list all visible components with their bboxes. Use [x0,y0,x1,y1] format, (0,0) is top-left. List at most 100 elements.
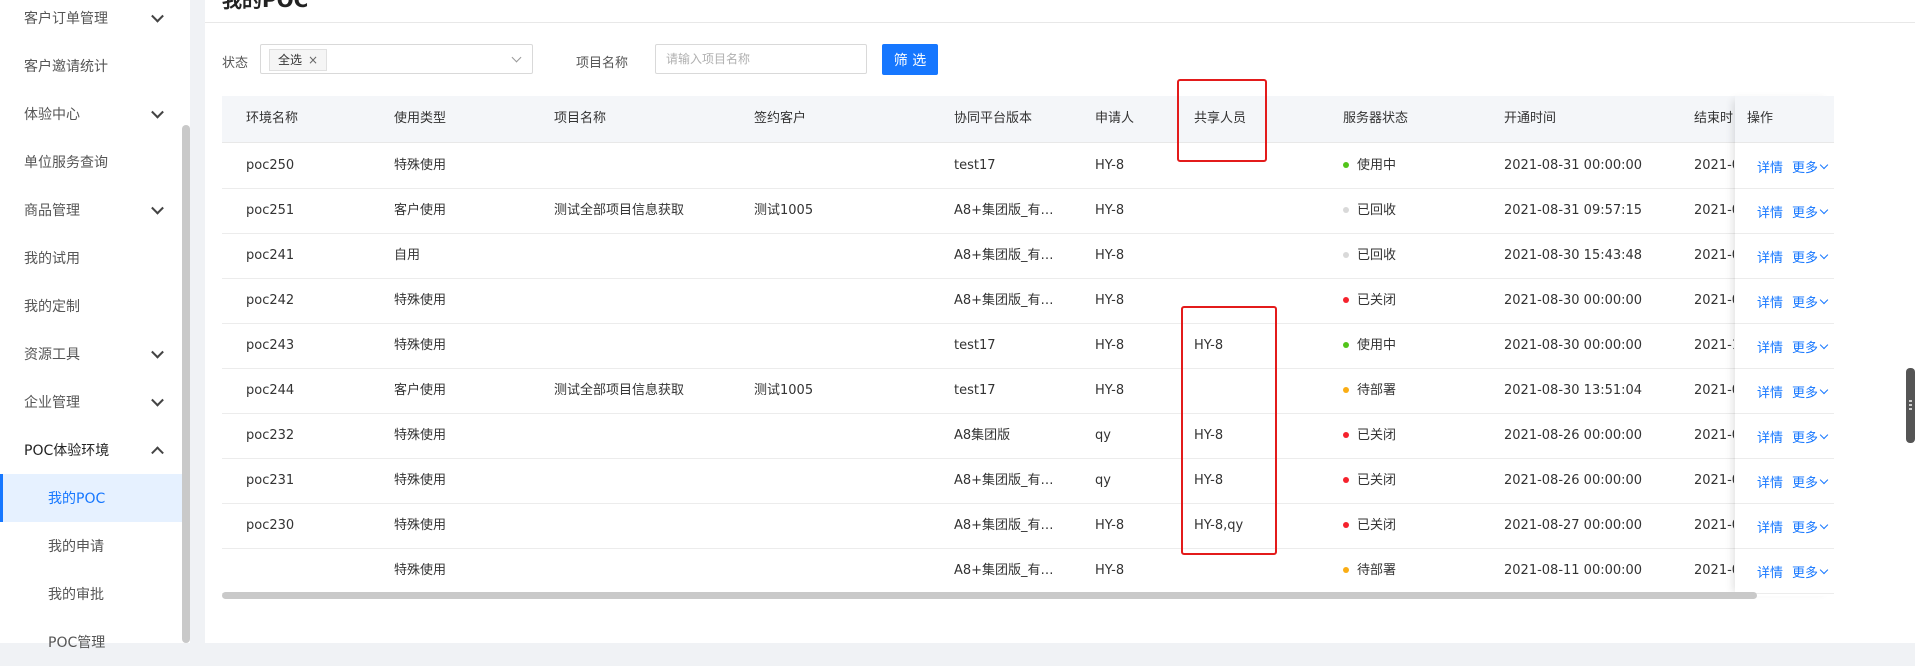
cell-end-time: 2021-0 [1694,383,1734,398]
cell-applicant: HY-8 [1095,203,1125,218]
table-row: poc244 客户使用 测试全部项目信息获取 测试1005 test17 HY-… [222,368,1834,414]
status-dot [1343,251,1349,258]
cell-applicant: HY-8 [1095,158,1125,173]
status-dot [1343,206,1349,213]
chevron-down-icon[interactable] [1819,565,1829,575]
op-cell: 详情 更多 [1735,188,1834,234]
sidebar-scrollbar[interactable] [182,125,190,643]
chevron-down-icon[interactable] [1819,250,1829,260]
cell-version: A8+集团版_有… [954,203,1054,218]
sidebar-item-poc-manage[interactable]: POC管理 [0,618,182,666]
cell-version: A8+集团版_有… [954,518,1054,533]
more-link[interactable]: 更多 [1792,337,1818,356]
cell-type: 客户使用 [394,383,447,398]
more-link[interactable]: 更多 [1792,472,1818,491]
col-header-applicant: 申请人 [1095,111,1135,126]
detail-link[interactable]: 详情 [1757,247,1783,266]
sidebar-item-poc-env[interactable]: POC体验环境 [0,426,182,474]
detail-link[interactable]: 详情 [1757,517,1783,536]
sidebar-item-resource-tools[interactable]: 资源工具 [0,330,182,378]
chevron-down-icon[interactable] [1819,475,1829,485]
cell-end-time: 2021-0 [1694,428,1734,443]
status-text: 已关闭 [1357,293,1397,308]
cell-version: test17 [954,158,996,173]
sidebar-item-label: 商品管理 [24,203,80,219]
col-header-customer: 签约客户 [754,111,807,126]
sidebar-item-enterprise[interactable]: 企业管理 [0,378,182,426]
cell-end-time: 2021-0 [1694,203,1734,218]
scrollbar-grip [1909,404,1912,406]
more-link[interactable]: 更多 [1792,517,1818,536]
more-link[interactable]: 更多 [1792,247,1818,266]
op-cell: 详情 更多 [1735,233,1834,279]
detail-link[interactable]: 详情 [1757,382,1783,401]
detail-link[interactable]: 详情 [1757,202,1783,221]
project-filter-label: 项目名称 [576,56,629,71]
detail-link[interactable]: 详情 [1757,292,1783,311]
cell-project: 测试全部项目信息获取 [554,203,685,218]
status-tag-label: 全选 [278,53,303,67]
cell-status: 待部署 [1343,548,1396,593]
status-text: 已关闭 [1357,518,1397,533]
status-dot [1343,521,1349,528]
more-link[interactable]: 更多 [1792,427,1818,446]
chevron-down-icon[interactable] [1819,340,1829,350]
table-horizontal-scrollbar[interactable] [222,592,1757,599]
sidebar-item-my-approvals[interactable]: 我的审批 [0,570,182,618]
status-text: 待部署 [1357,563,1397,578]
cell-status: 已关闭 [1343,503,1396,548]
detail-link[interactable]: 详情 [1757,427,1783,446]
filter-button[interactable]: 筛 选 [882,44,938,75]
cell-type: 特殊使用 [394,518,447,533]
sidebar-item-customer-orders[interactable]: 客户订单管理 [0,0,182,42]
detail-link[interactable]: 详情 [1757,157,1783,176]
chevron-down-icon[interactable] [1819,520,1829,530]
op-cell: 详情 更多 [1735,278,1834,324]
cell-type: 特殊使用 [394,293,447,308]
chevron-down-icon[interactable] [1819,385,1829,395]
status-dot [1343,476,1349,483]
more-link[interactable]: 更多 [1792,202,1818,221]
status-text: 已回收 [1357,203,1397,218]
sidebar-item-experience-center[interactable]: 体验中心 [0,90,182,138]
sidebar-item-products[interactable]: 商品管理 [0,186,182,234]
cell-status: 已关闭 [1343,278,1396,323]
project-name-input[interactable] [655,44,867,74]
more-link[interactable]: 更多 [1792,562,1818,581]
chevron-down-icon [151,201,164,215]
table-row: poc232 特殊使用 A8集团版 qy HY-8 已关闭 2021-08-26… [222,413,1834,459]
cell-status: 已关闭 [1343,413,1396,458]
detail-link[interactable]: 详情 [1757,337,1783,356]
detail-link[interactable]: 详情 [1757,472,1783,491]
sidebar-item-label: POC管理 [48,635,106,651]
sidebar-item-invite-stats[interactable]: 客户邀请统计 [0,42,182,90]
cell-status: 已回收 [1343,233,1396,278]
chevron-down-icon[interactable] [1819,430,1829,440]
more-link[interactable]: 更多 [1792,292,1818,311]
detail-link[interactable]: 详情 [1757,562,1783,581]
status-select[interactable]: 全选 × [260,44,533,74]
sidebar-item-my-trial[interactable]: 我的试用 [0,234,182,282]
cell-version: test17 [954,338,996,353]
chevron-down-icon[interactable] [1819,160,1829,170]
cell-applicant: qy [1095,473,1111,488]
sidebar-item-label: 体验中心 [24,107,80,123]
sidebar-item-my-requests[interactable]: 我的申请 [0,522,182,570]
more-link[interactable]: 更多 [1792,382,1818,401]
chevron-down-icon[interactable] [1819,295,1829,305]
cell-open-time: 2021-08-27 00:00:00 [1504,518,1643,533]
sidebar-item-my-custom[interactable]: 我的定制 [0,282,182,330]
sidebar: 客户订单管理 客户邀请统计 体验中心 单位服务查询 商品管理 我的试用 我的定制… [0,0,190,651]
more-link[interactable]: 更多 [1792,157,1818,176]
scrollbar-grip [1909,400,1912,402]
sidebar-item-label: 我的试用 [24,251,80,267]
op-cell: 详情 更多 [1735,368,1834,414]
sidebar-item-my-poc[interactable]: 我的POC [0,474,182,522]
cell-env: poc244 [246,383,295,398]
sidebar-item-unit-service[interactable]: 单位服务查询 [0,138,182,186]
close-icon[interactable]: × [308,50,318,70]
cell-env: poc241 [246,248,295,263]
cell-type: 特殊使用 [394,158,447,173]
chevron-up-icon [151,446,164,460]
chevron-down-icon[interactable] [1819,205,1829,215]
